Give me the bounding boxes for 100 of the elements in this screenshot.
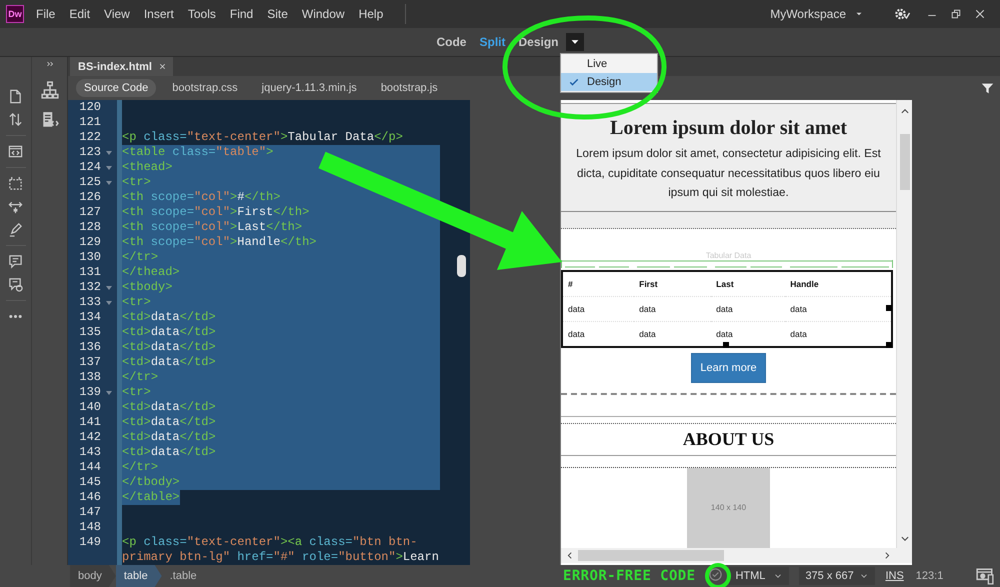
- hero-heading: Lorem ipsum dolor sit amet: [610, 117, 848, 140]
- comment-icon[interactable]: [8, 254, 23, 269]
- expand-icon[interactable]: [44, 59, 54, 69]
- menu-item-label: Live: [587, 58, 608, 70]
- menu-item[interactable]: File: [36, 7, 56, 21]
- language-dropdown[interactable]: HTML: [729, 567, 790, 585]
- table-header-cell: Handle: [785, 271, 892, 297]
- related-file-tab[interactable]: jquery-1.11.3.min.js: [254, 79, 365, 97]
- code-line: <p class="text-center">Tabular Data</p>: [122, 130, 404, 145]
- annotation-text: ERROR-FREE CODE: [563, 568, 696, 584]
- related-file-tab[interactable]: Source Code: [76, 79, 156, 97]
- resize-handle[interactable]: [886, 305, 892, 312]
- menu-item[interactable]: Find: [230, 7, 254, 21]
- menu-item[interactable]: Live: [561, 55, 657, 73]
- learn-more-button[interactable]: Learn more: [691, 353, 766, 384]
- filter-icon[interactable]: [981, 82, 994, 94]
- line-number: 142: [78, 430, 101, 445]
- view-tab[interactable]: Split: [479, 35, 506, 49]
- line-number: 134: [78, 310, 101, 325]
- document-code-icon[interactable]: [40, 111, 58, 129]
- viewport-size-dropdown[interactable]: 375 x 667: [799, 567, 876, 585]
- menu-item[interactable]: View: [104, 7, 130, 21]
- menu-item[interactable]: Help: [358, 7, 384, 21]
- file-icon[interactable]: [8, 89, 23, 104]
- resize-handle[interactable]: [886, 342, 892, 348]
- app-logo[interactable]: Dw: [6, 5, 24, 23]
- tag-selector[interactable]: table: [116, 565, 162, 587]
- line-number: 120: [78, 100, 101, 115]
- line-number: 123: [78, 145, 101, 160]
- line-number: 136: [78, 340, 101, 355]
- close-icon[interactable]: [158, 62, 167, 71]
- menu-item[interactable]: Design: [561, 73, 657, 91]
- line-number: 148: [78, 520, 101, 535]
- restore-icon[interactable]: [950, 8, 962, 20]
- fold-icon[interactable]: [105, 179, 113, 187]
- menu-item[interactable]: Tools: [188, 7, 216, 21]
- code-icon[interactable]: [8, 144, 23, 159]
- cursor-position: 123:1: [916, 570, 944, 582]
- menu-item[interactable]: Insert: [144, 7, 174, 21]
- line-number: 132: [78, 280, 101, 295]
- line-number: 143: [78, 445, 101, 460]
- scroll-left-icon[interactable]: [565, 551, 574, 560]
- menu-item[interactable]: Edit: [69, 7, 90, 21]
- table-header-cell: First: [634, 271, 712, 297]
- device-preview-icon[interactable]: [975, 567, 995, 585]
- workspace-menu[interactable]: MyWorkspace: [770, 7, 864, 21]
- sort-icon[interactable]: [8, 112, 23, 127]
- line-number: 146: [78, 490, 101, 505]
- line-number: 125: [78, 175, 101, 190]
- line-number: 128: [78, 220, 101, 235]
- tag-selector[interactable]: .table: [162, 565, 211, 587]
- line-number: 130: [78, 250, 101, 265]
- close-icon[interactable]: [974, 8, 986, 20]
- line-number: 127: [78, 205, 101, 220]
- resize-handle[interactable]: [723, 342, 729, 348]
- code-line: <p class="text-center"><a class="btn btn-primary btn-lg" href="#" role="button">Learn: [122, 535, 440, 565]
- view-dropdown-button[interactable]: [566, 33, 584, 51]
- table-header-cell: #: [562, 271, 634, 297]
- line-number: 138: [78, 370, 101, 385]
- dummy-image: 140 x 140: [687, 468, 770, 548]
- menu-item[interactable]: Window: [302, 7, 345, 21]
- fold-icon[interactable]: [105, 149, 113, 157]
- fold-icon[interactable]: [105, 389, 113, 397]
- menu-item[interactable]: Site: [267, 7, 288, 21]
- comment-icon[interactable]: [8, 277, 23, 292]
- selection-icon[interactable]: [8, 176, 23, 191]
- view-tab[interactable]: Code: [436, 35, 466, 49]
- table-cell: data: [562, 322, 634, 348]
- hero-text: Lorem ipsum dolor sit amet, consectetur adipisicing elit. Est dicta, cupiditate consequatur necessitatibus quos libero eiu ipsum qui sit molestiae.: [576, 146, 881, 201]
- table-cell: data: [562, 296, 634, 322]
- line-number: 139: [78, 385, 101, 400]
- line-number: 126: [78, 190, 101, 205]
- pen-icon[interactable]: [8, 222, 23, 237]
- line-number: 135: [78, 325, 101, 340]
- line-number: 129: [78, 235, 101, 250]
- table-header-cell: Last: [711, 271, 786, 297]
- section-heading: ABOUT US: [682, 429, 774, 450]
- related-file-tab[interactable]: bootstrap.css: [164, 79, 246, 97]
- fold-icon[interactable]: [105, 284, 113, 292]
- scroll-right-icon[interactable]: [883, 551, 892, 560]
- sitemap-icon[interactable]: [40, 81, 58, 99]
- scrollbar-thumb[interactable]: [900, 134, 910, 190]
- insert-mode[interactable]: INS: [885, 570, 904, 582]
- menu-item-label: Design: [587, 76, 622, 88]
- line-number: 121: [78, 115, 101, 130]
- line-number: 140: [78, 400, 101, 415]
- document-tab[interactable]: BS-index.html: [70, 57, 173, 76]
- resize-icon[interactable]: [8, 199, 23, 214]
- tag-selector[interactable]: body: [70, 565, 116, 587]
- line-number: 141: [78, 415, 101, 430]
- scrollbar-thumb[interactable]: [578, 550, 724, 561]
- line-number: 133: [78, 295, 101, 310]
- view-tab[interactable]: Design: [518, 35, 558, 49]
- related-file-tab[interactable]: bootstrap.js: [372, 79, 446, 97]
- fold-icon[interactable]: [105, 164, 113, 172]
- fold-icon[interactable]: [105, 299, 113, 307]
- table-cell: data: [634, 296, 712, 322]
- scrollbar-thumb[interactable]: [457, 255, 466, 277]
- line-number: 131: [78, 265, 101, 280]
- line-number: 147: [78, 505, 101, 520]
